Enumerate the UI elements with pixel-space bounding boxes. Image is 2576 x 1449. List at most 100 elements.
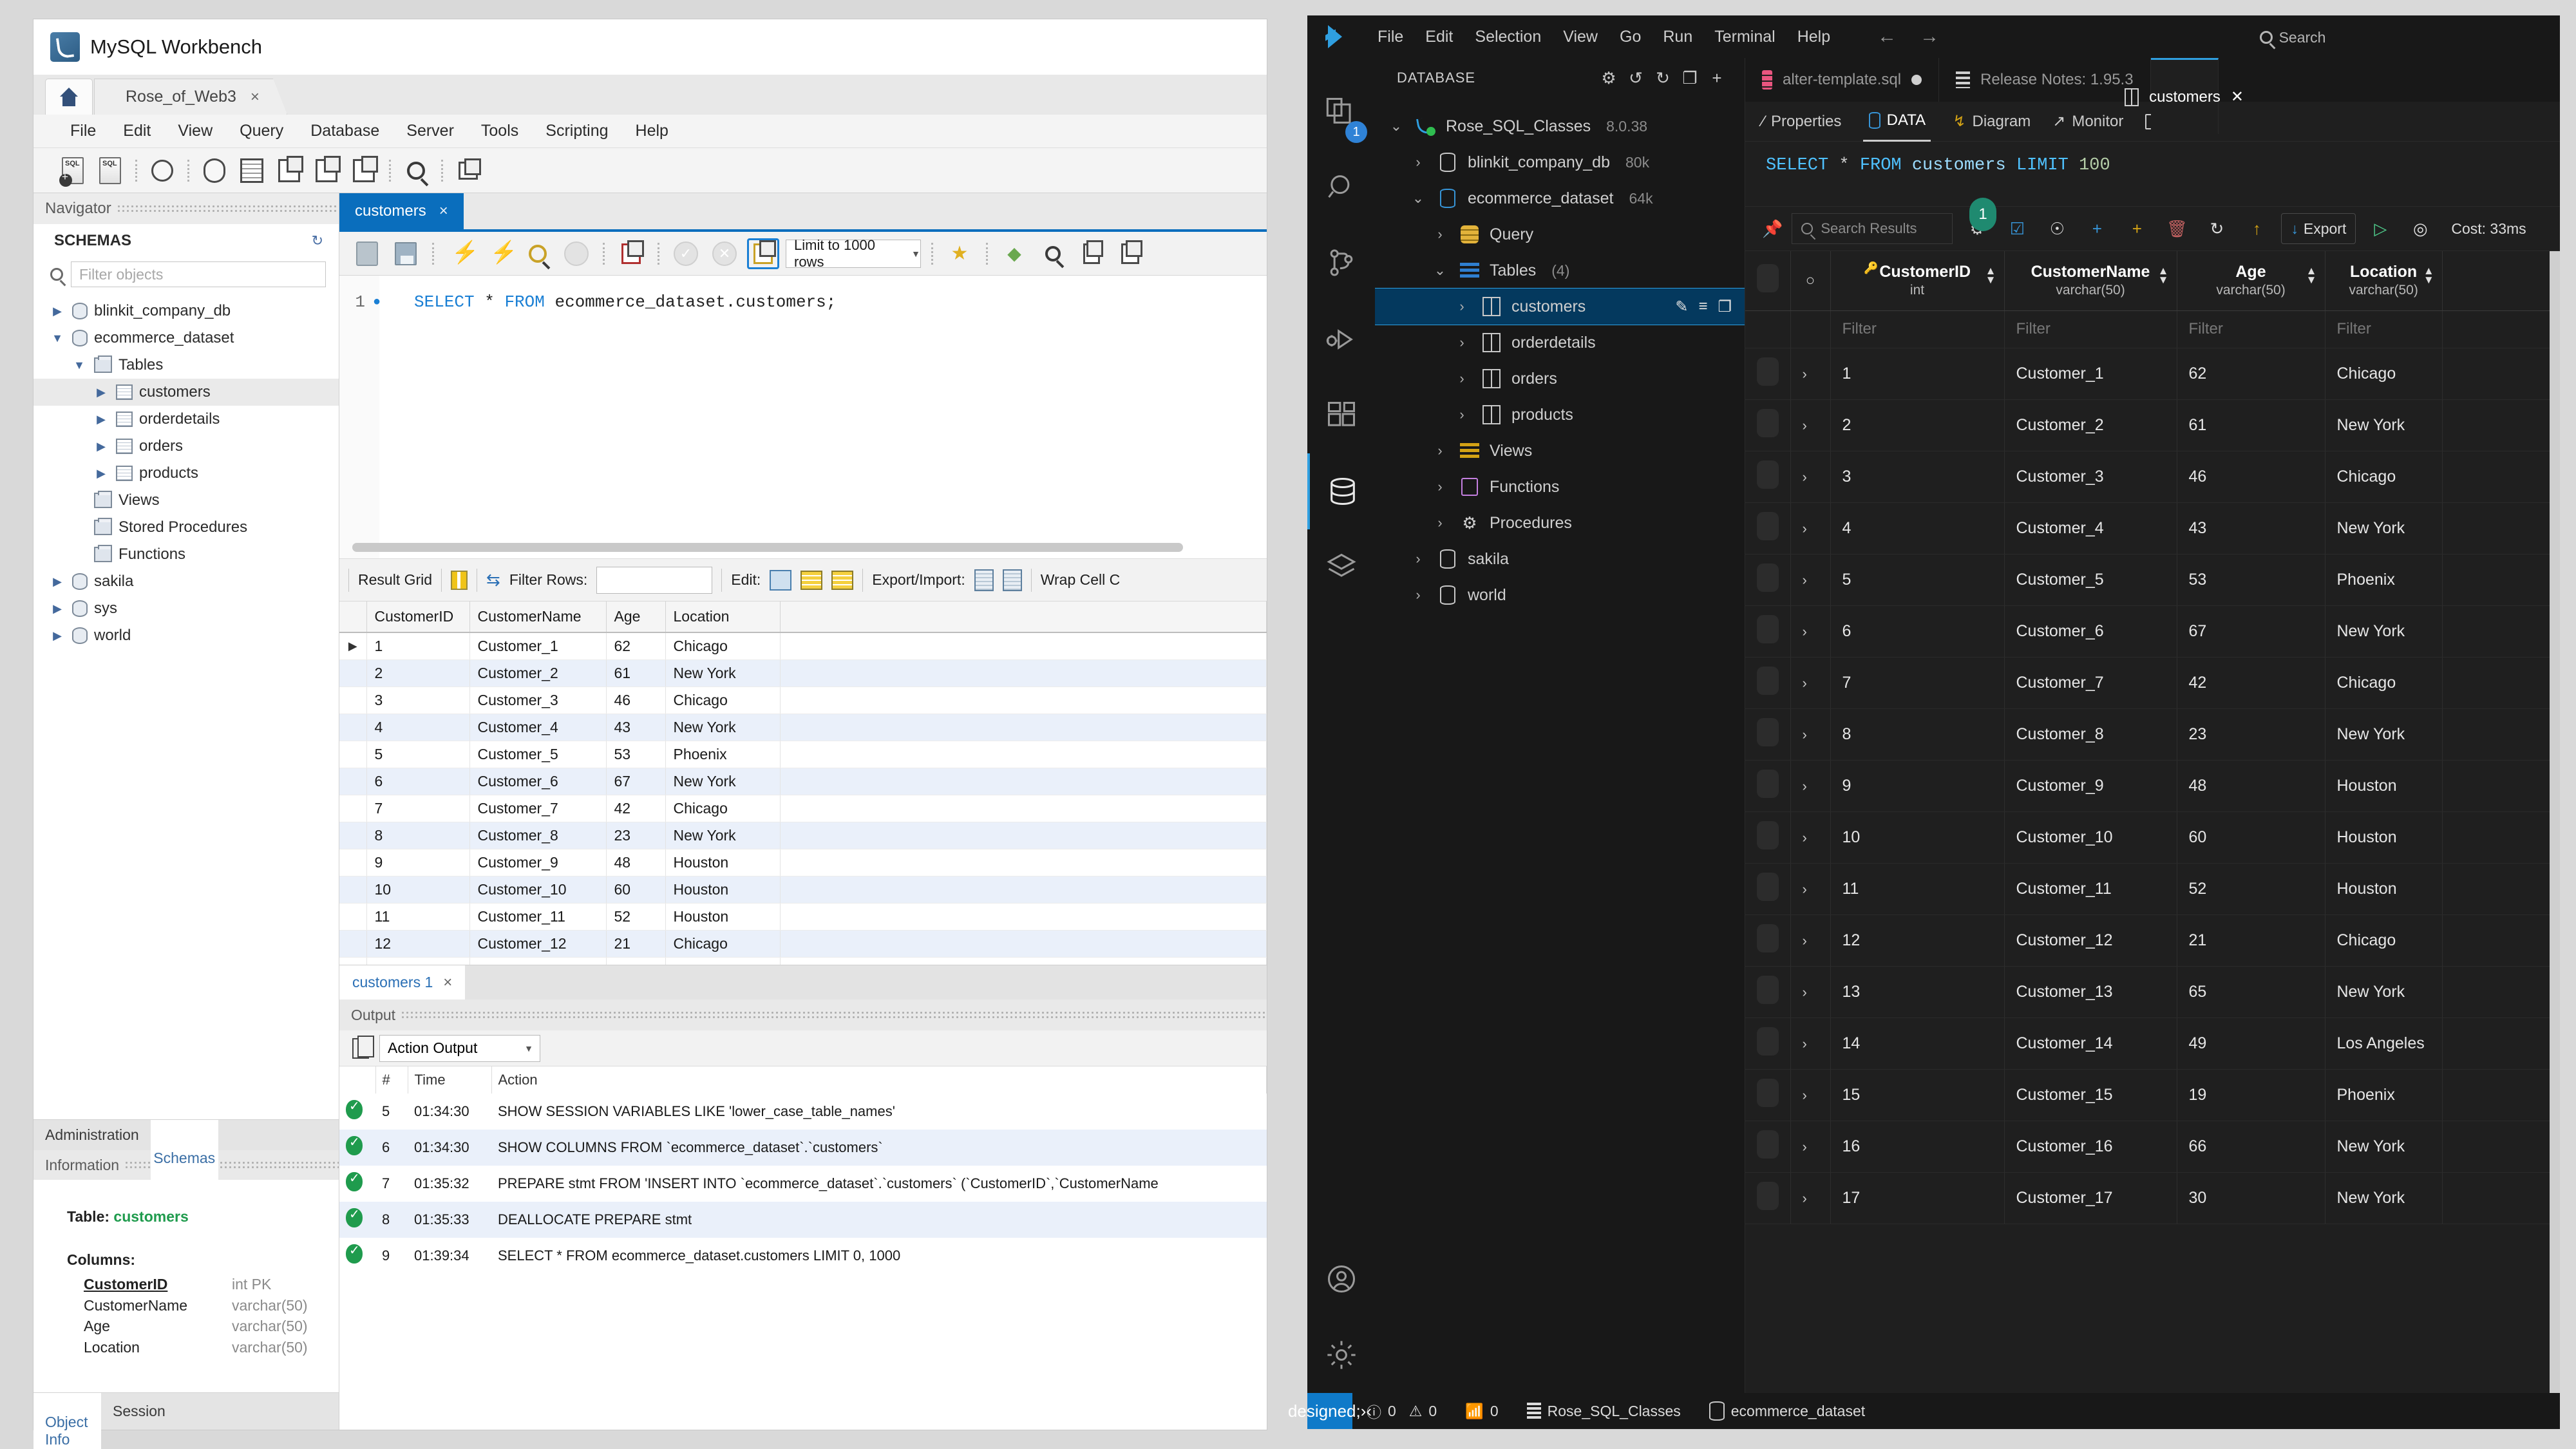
row-select-cell[interactable]	[1745, 914, 1790, 966]
chevron-right-icon[interactable]: ›	[1803, 1087, 1807, 1103]
chevron-right-icon[interactable]: ›	[1803, 1036, 1807, 1052]
footer-tab-session[interactable]: Session	[101, 1393, 177, 1430]
table-cell[interactable]: 10	[1830, 811, 2004, 863]
db-tree-item-products[interactable]: › products	[1375, 397, 1745, 433]
activity-run-debug[interactable]	[1307, 301, 1375, 377]
create-function-button[interactable]	[348, 156, 380, 185]
table-cell[interactable]: 4	[1830, 502, 2004, 554]
table-cell[interactable]: 61	[2177, 399, 2325, 451]
table-row[interactable]: 5 Customer_5 53 Phoenix	[339, 741, 1267, 768]
vscode-menu-selection[interactable]: Selection	[1464, 28, 1552, 46]
row-expand-cell[interactable]: ›	[1790, 863, 1830, 914]
table-row[interactable]: 7 Customer_7 42 Chicago	[339, 795, 1267, 822]
row-expand-cell[interactable]: ›	[1790, 811, 1830, 863]
table-cell[interactable]: 12	[366, 931, 469, 958]
table-cell[interactable]: New York	[2325, 708, 2442, 760]
row-select-cell[interactable]	[1745, 1121, 1790, 1172]
table-cell[interactable]: Customer_7	[2004, 657, 2177, 708]
table-row[interactable]: › 6 Customer_6 67 New York	[1745, 605, 2560, 657]
table-cell[interactable]: 48	[606, 849, 665, 876]
table-cell[interactable]: New York	[665, 768, 780, 795]
table-cell[interactable]: Customer_13	[469, 958, 606, 965]
table-cell[interactable]: Customer_3	[2004, 451, 2177, 502]
chevron-right-icon[interactable]: ›	[1452, 370, 1472, 387]
chevron-down-icon[interactable]: ⌄	[1430, 262, 1450, 279]
chevron-right-icon[interactable]: ›	[1803, 1139, 1807, 1155]
output-row[interactable]: 701:35:32PREPARE stmt FROM 'INSERT INTO …	[339, 1166, 1267, 1202]
vscode-menu-file[interactable]: File	[1367, 28, 1414, 46]
table-cell[interactable]: Chicago	[665, 687, 780, 714]
table-cell[interactable]: Customer_12	[469, 931, 606, 958]
table-cell[interactable]: Customer_3	[469, 687, 606, 714]
import-records-icon[interactable]	[1003, 569, 1022, 591]
table-cell[interactable]: Customer_15	[2004, 1069, 2177, 1121]
table-cell[interactable]: 65	[2177, 966, 2325, 1018]
row-checkbox[interactable]	[1757, 821, 1779, 849]
chevron-right-icon[interactable]: ▶	[49, 575, 66, 589]
table-cell[interactable]: Chicago	[665, 795, 780, 822]
activity-database[interactable]	[1307, 453, 1375, 529]
schema-tree-item-functions[interactable]: Functions	[33, 541, 339, 568]
row-checkbox[interactable]	[1757, 460, 1779, 489]
table-cell[interactable]: Customer_4	[469, 714, 606, 741]
chevron-right-icon[interactable]: ▶	[49, 305, 66, 318]
table-cell[interactable]: 62	[606, 632, 665, 660]
chevron-right-icon[interactable]: ›	[1803, 623, 1807, 639]
nav-tab-schemas[interactable]: Schemas	[151, 1120, 218, 1196]
table-row[interactable]: 8 Customer_8 23 New York	[339, 822, 1267, 849]
menu-item-server[interactable]: Server	[393, 122, 468, 140]
chevron-right-icon[interactable]: ›	[1430, 478, 1450, 495]
collapse-all-icon[interactable]: ❐	[1676, 64, 1703, 91]
table-cell[interactable]: Chicago	[665, 632, 780, 660]
schema-tree-item-sys[interactable]: ▶ sys	[33, 595, 339, 622]
chevron-right-icon[interactable]: ›	[1803, 778, 1807, 794]
table-cell[interactable]: 43	[606, 714, 665, 741]
row-expand-cell[interactable]: ›	[1790, 348, 1830, 399]
table-row[interactable]: 13Customer_1365New York	[339, 958, 1267, 965]
table-cell[interactable]: 3	[1830, 451, 2004, 502]
tab-query-customers[interactable]: customers ×	[339, 193, 464, 229]
vscode-menu-help[interactable]: Help	[1786, 28, 1841, 46]
row-select-cell[interactable]	[1745, 605, 1790, 657]
toggle-whitespace-button[interactable]	[1075, 238, 1108, 269]
chevron-right-icon[interactable]: ›	[1430, 226, 1450, 243]
table-row[interactable]: › 14 Customer_14 49 Los Angeles	[1745, 1018, 2560, 1069]
table-row[interactable]: › 5 Customer_5 53 Phoenix	[1745, 554, 2560, 605]
table-cell[interactable]: Customer_10	[469, 876, 606, 904]
row-checkbox[interactable]	[1757, 564, 1779, 592]
menu-item-tools[interactable]: Tools	[468, 122, 532, 140]
output-row[interactable]: 801:35:33DEALLOCATE PREPARE stmt	[339, 1202, 1267, 1238]
table-cell[interactable]: New York	[2325, 1172, 2442, 1224]
table-row[interactable]: › 13 Customer_13 65 New York	[1745, 966, 2560, 1018]
row-checkbox[interactable]	[1757, 512, 1779, 540]
table-cell[interactable]: Customer_6	[2004, 605, 2177, 657]
table-cell[interactable]: 23	[2177, 708, 2325, 760]
db-tree-item-sakila[interactable]: › sakila	[1375, 541, 1745, 577]
chevron-right-icon[interactable]: ›	[1803, 984, 1807, 1000]
export-button[interactable]: ↓ Export	[2281, 213, 2356, 244]
subtab-monitor[interactable]: ↗ Monitor	[2052, 102, 2123, 142]
table-cell[interactable]: 8	[366, 822, 469, 849]
row-select-cell[interactable]	[1745, 399, 1790, 451]
table-row[interactable]: › 9 Customer_9 48 Houston	[1745, 760, 2560, 811]
create-schema-button[interactable]	[198, 156, 231, 185]
chevron-right-icon[interactable]: ›	[1803, 1190, 1807, 1206]
row-checkbox[interactable]	[1757, 1079, 1779, 1107]
close-icon[interactable]: ✕	[2231, 88, 2244, 106]
insert-row-icon[interactable]	[800, 571, 822, 590]
chevron-right-icon[interactable]: ›	[1803, 675, 1807, 691]
db-tree-item-tables[interactable]: ⌄ Tables (4)	[1375, 252, 1745, 289]
table-cell[interactable]: 6	[1830, 605, 2004, 657]
chevron-right-icon[interactable]: ▶	[49, 602, 66, 616]
row-select-cell[interactable]	[1745, 451, 1790, 502]
table-cell[interactable]: 2	[1830, 399, 2004, 451]
table-cell[interactable]: Chicago	[2325, 914, 2442, 966]
row-select-cell[interactable]	[1745, 554, 1790, 605]
column-header-location[interactable]: Location	[665, 601, 780, 632]
row-checkbox[interactable]	[1757, 615, 1779, 643]
table-cell[interactable]: New York	[2325, 605, 2442, 657]
table-cell[interactable]: Phoenix	[2325, 554, 2442, 605]
row-select-cell[interactable]	[1745, 863, 1790, 914]
chevron-right-icon[interactable]: ▶	[49, 629, 66, 643]
table-cell[interactable]: 7	[366, 795, 469, 822]
